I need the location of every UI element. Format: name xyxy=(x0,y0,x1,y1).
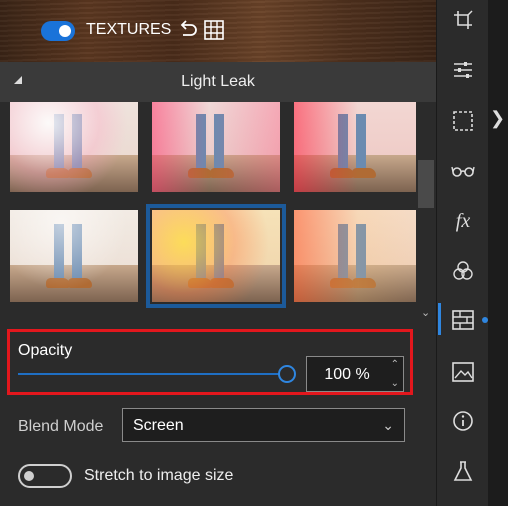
increment-icon[interactable]: ⌃ xyxy=(391,359,399,370)
texture-thumb-1[interactable] xyxy=(10,102,138,192)
image-frame-icon[interactable] xyxy=(449,358,477,386)
adjust-sliders-icon[interactable] xyxy=(449,56,477,84)
texture-thumb-4[interactable] xyxy=(10,210,138,302)
active-tool-indicator xyxy=(438,303,441,335)
collapsed-panel-strip xyxy=(488,0,508,506)
flask-icon[interactable] xyxy=(449,457,477,485)
opacity-number-input[interactable]: 100 % ⌃ ⌄ xyxy=(306,356,404,392)
opacity-value[interactable]: 100 % xyxy=(307,366,387,384)
opacity-slider-track[interactable] xyxy=(18,373,280,375)
color-circles-icon[interactable] xyxy=(449,257,477,285)
fx-icon[interactable]: fx xyxy=(449,207,477,235)
blend-mode-label: Blend Mode xyxy=(18,418,104,435)
scrollbar-thumb[interactable] xyxy=(418,160,434,208)
scroll-down-icon[interactable]: ⌄ xyxy=(421,306,430,319)
blend-mode-value: Screen xyxy=(133,417,184,434)
textures-panel: TEXTURES Light Leak ⌄ Opacity 100 % ⌃ ⌄ … xyxy=(0,0,436,506)
texture-grid xyxy=(0,102,416,322)
textures-label: TEXTURES xyxy=(86,21,172,38)
stretch-toggle[interactable] xyxy=(18,464,72,488)
stretch-label: Stretch to image size xyxy=(84,467,234,484)
texture-thumb-3[interactable] xyxy=(294,102,416,192)
decrement-icon[interactable]: ⌄ xyxy=(391,378,399,389)
selection-icon[interactable] xyxy=(449,107,477,135)
textures-toggle[interactable] xyxy=(41,21,75,41)
grid-scrollbar[interactable]: ⌄ xyxy=(416,102,436,322)
texture-thumb-5-selected[interactable] xyxy=(146,204,286,308)
blend-mode-select[interactable]: Screen ⌄ xyxy=(122,408,405,442)
texture-thumb-6[interactable] xyxy=(294,210,416,302)
glasses-icon[interactable] xyxy=(449,157,477,185)
toggle-knob xyxy=(59,25,71,37)
opacity-label: Opacity xyxy=(18,342,73,359)
crop-icon[interactable] xyxy=(449,6,477,34)
section-title: Light Leak xyxy=(181,73,255,90)
opacity-slider-handle[interactable] xyxy=(278,365,296,383)
chevron-right-icon[interactable]: ❯ xyxy=(490,108,505,129)
texture-icon[interactable] xyxy=(449,306,477,334)
tool-sidebar: fx xyxy=(436,0,489,506)
chevron-down-icon: ⌄ xyxy=(382,417,394,433)
undo-icon[interactable] xyxy=(177,19,199,46)
grid-icon[interactable] xyxy=(203,19,225,46)
texture-thumb-2[interactable] xyxy=(152,102,280,192)
section-header[interactable]: Light Leak xyxy=(0,62,436,103)
info-icon[interactable] xyxy=(449,407,477,435)
toggle-knob xyxy=(24,471,34,481)
